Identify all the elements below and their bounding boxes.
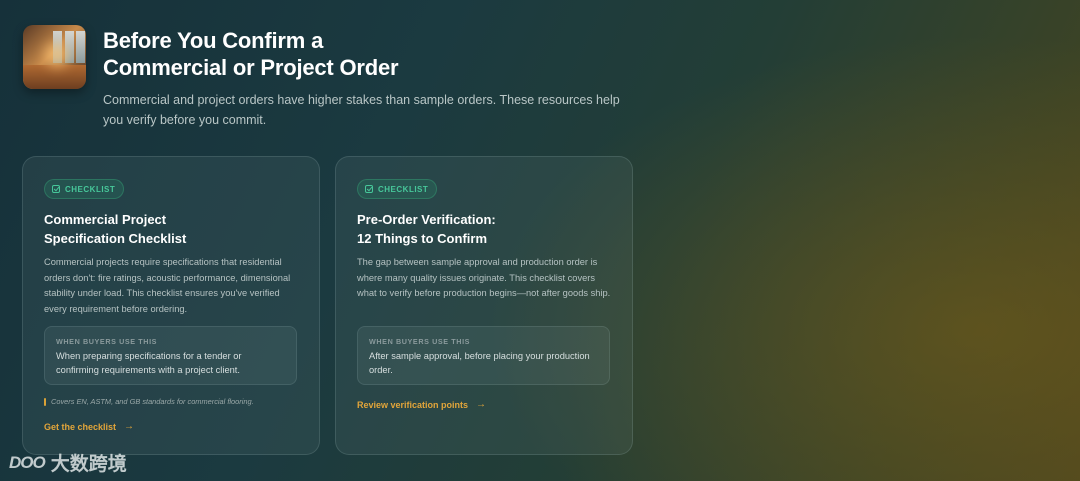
- page-title: Before You Confirm a Commercial or Proje…: [103, 27, 523, 81]
- intro-line-2: you verify before you commit.: [103, 113, 267, 127]
- badge-label: CHECKLIST: [65, 184, 116, 194]
- when-buyers-use-label: WHEN BUYERS USE THIS: [56, 337, 158, 346]
- card-title: Commercial Project Specification Checkli…: [44, 210, 294, 248]
- standards-note-text: Covers EN, ASTM, and GB standards for co…: [51, 397, 254, 406]
- intro-line-1: Commercial and project orders have highe…: [103, 93, 620, 107]
- note-marker-icon: [44, 397, 46, 406]
- standards-note: Covers EN, ASTM, and GB standards for co…: [44, 397, 254, 406]
- hero-thumbnail-image: [23, 25, 86, 89]
- checkbox-icon: [365, 185, 373, 193]
- when-buyers-use-text: When preparing specifications for a tend…: [56, 351, 242, 375]
- arrow-right-icon: →: [476, 399, 487, 410]
- card-pre-order-verification: CHECKLIST Pre-Order Verification: 12 Thi…: [335, 156, 633, 455]
- watermark-logo: DOO: [9, 452, 46, 472]
- when-buyers-use-box: WHEN BUYERS USE THIS When preparing spec…: [44, 326, 297, 385]
- cta-label: Review verification points: [357, 399, 469, 410]
- card-title-line-2: 12 Things to Confirm: [357, 231, 487, 246]
- review-verification-points-link[interactable]: Review verification points →: [357, 399, 486, 410]
- card-description: The gap between sample approval and prod…: [357, 257, 611, 298]
- page-title-line-2: Commercial or Project Order: [103, 55, 399, 80]
- get-checklist-link[interactable]: Get the checklist →: [44, 421, 134, 432]
- card-description: Commercial projects require specificatio…: [44, 257, 291, 314]
- card-title-line-1: Commercial Project: [44, 212, 167, 227]
- when-buyers-use-label: WHEN BUYERS USE THIS: [369, 337, 471, 346]
- when-buyers-use-text: After sample approval, before placing yo…: [369, 351, 590, 375]
- card-title-line-1: Pre-Order Verification:: [357, 212, 496, 227]
- checklist-badge: CHECKLIST: [44, 179, 125, 199]
- intro-text: Commercial and project orders have highe…: [103, 90, 623, 130]
- arrow-right-icon: →: [124, 421, 135, 432]
- card-title: Pre-Order Verification: 12 Things to Con…: [357, 210, 607, 248]
- page-title-line-1: Before You Confirm a: [103, 28, 324, 53]
- when-buyers-use-box: WHEN BUYERS USE THIS After sample approv…: [357, 326, 610, 385]
- badge-label: CHECKLIST: [378, 184, 429, 194]
- cta-label: Get the checklist: [44, 421, 117, 432]
- watermark: DOO 大数跨境: [9, 449, 127, 476]
- watermark-text: 大数跨境: [50, 454, 127, 475]
- card-title-line-2: Specification Checklist: [44, 231, 187, 246]
- checkbox-icon: [52, 185, 60, 193]
- card-commercial-checklist: CHECKLIST Commercial Project Specificati…: [22, 156, 320, 455]
- checklist-badge: CHECKLIST: [357, 179, 438, 199]
